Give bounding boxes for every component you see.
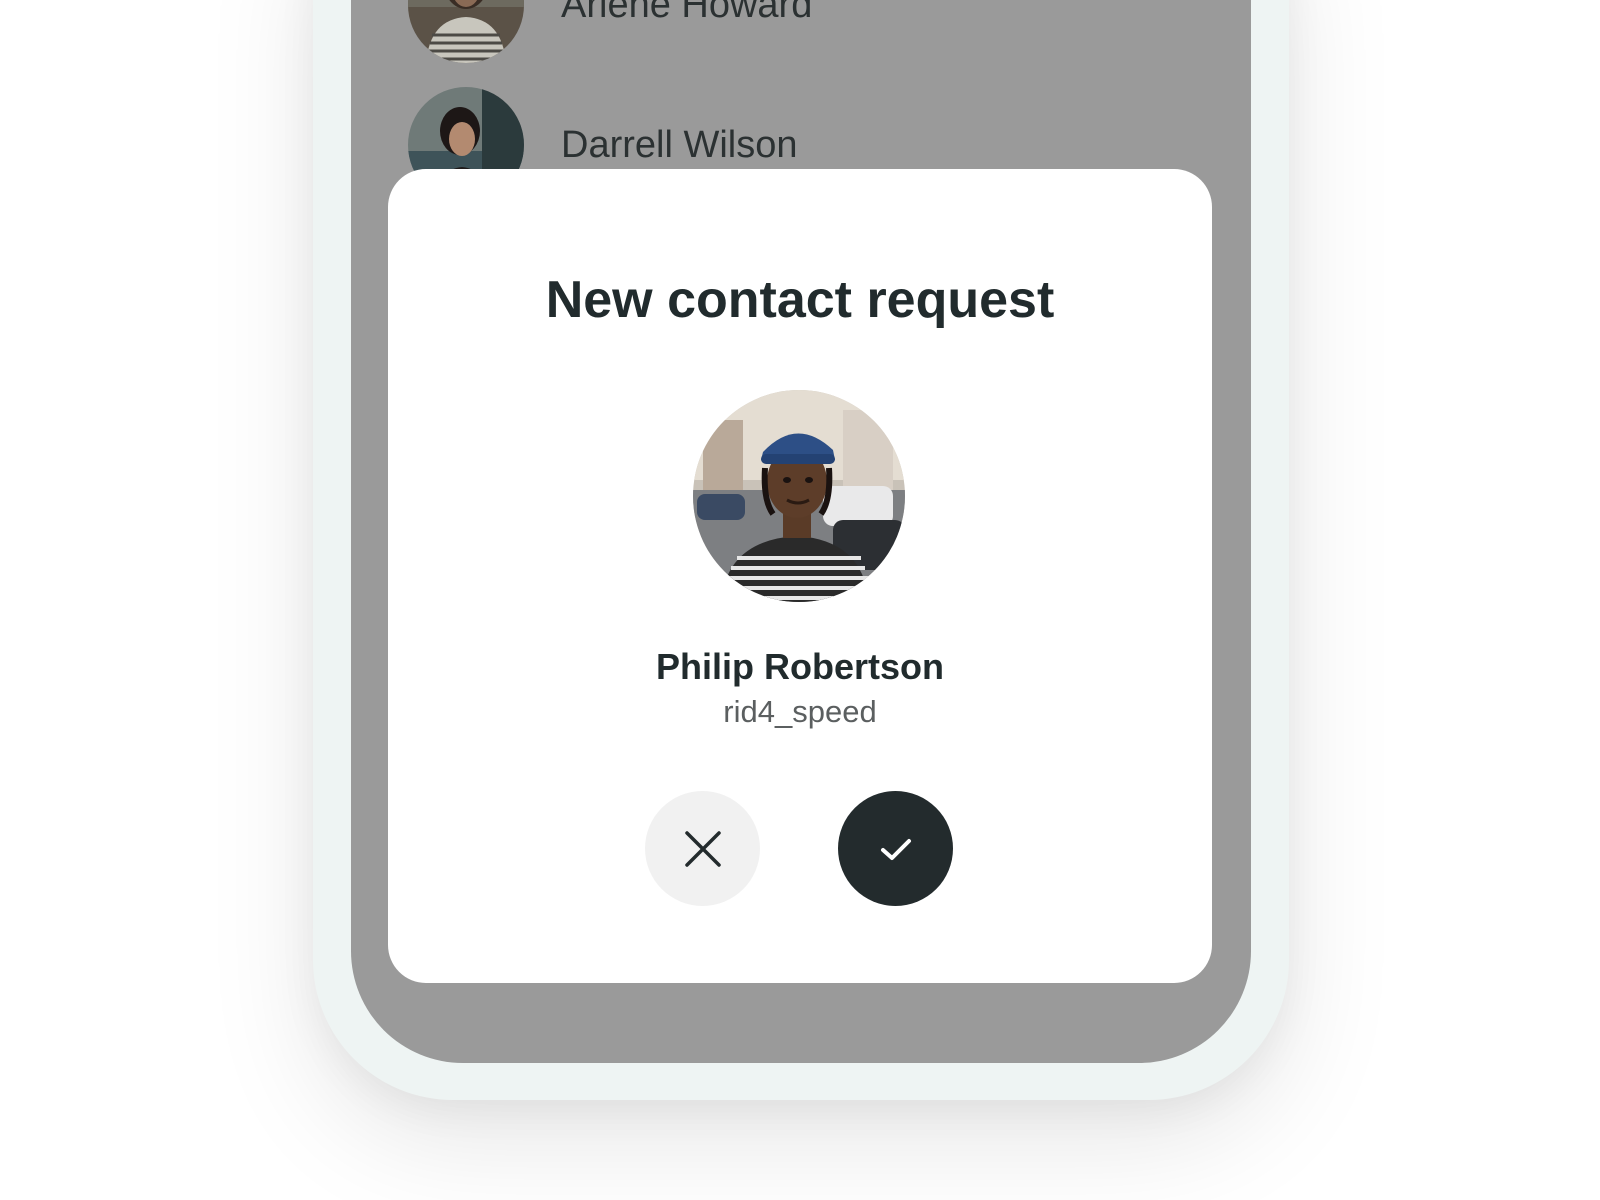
requester-username: rid4_speed [723, 694, 877, 729]
contact-name: Arlene Howard [561, 0, 813, 26]
dialog-title: New contact request [545, 271, 1055, 329]
accept-button[interactable] [838, 791, 953, 906]
contact-name: Darrell Wilson [561, 124, 798, 166]
requester-name: Philip Robertson [656, 646, 944, 687]
contact-row[interactable]: Arlene Howard [351, 0, 1251, 65]
close-icon [684, 830, 721, 867]
avatar [408, 0, 524, 63]
decline-button[interactable] [645, 791, 760, 906]
requester-avatar [693, 390, 905, 602]
checkmark-icon [880, 838, 911, 860]
